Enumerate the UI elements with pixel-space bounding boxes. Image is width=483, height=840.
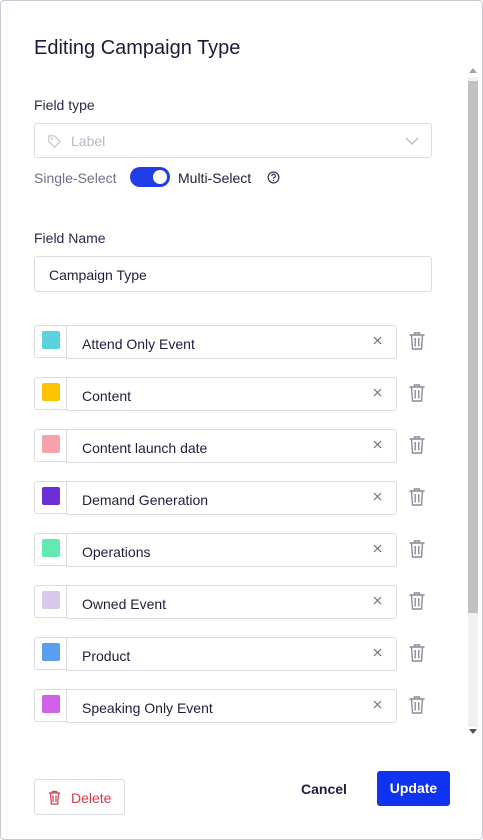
option-label: Demand Generation	[82, 492, 209, 508]
clear-icon[interactable]	[373, 648, 382, 657]
field-name-input[interactable]: Campaign Type	[34, 256, 432, 292]
option-label: Operations	[82, 544, 151, 560]
option-row: Speaking Only Event	[34, 689, 444, 723]
option-label: Owned Event	[82, 596, 167, 612]
option-row: Attend Only Event	[34, 325, 444, 359]
trash-icon[interactable]	[408, 539, 426, 559]
delete-button-label: Delete	[71, 790, 112, 806]
scroll-down-icon[interactable]	[469, 729, 477, 735]
option-row: Demand Generation	[34, 481, 444, 515]
option-label: Attend Only Event	[82, 336, 195, 352]
field-type-select[interactable]: Label	[34, 123, 432, 158]
color-swatch	[42, 695, 60, 713]
option-label-input[interactable]: Operations	[66, 533, 397, 567]
option-row: Product	[34, 637, 444, 671]
color-swatch	[42, 383, 60, 401]
color-picker-button[interactable]	[34, 377, 67, 410]
clear-icon[interactable]	[373, 388, 382, 397]
option-row: Owned Event	[34, 585, 444, 619]
option-label-input[interactable]: Demand Generation	[66, 481, 397, 515]
color-picker-button[interactable]	[34, 481, 67, 514]
option-label: Product	[82, 648, 131, 664]
trash-icon[interactable]	[408, 591, 426, 611]
selection-mode-switch[interactable]	[130, 167, 170, 187]
option-label: Content launch date	[82, 440, 208, 456]
field-type-label: Field type	[34, 97, 95, 113]
delete-button[interactable]: Delete	[34, 779, 125, 815]
edit-field-dialog: Editing Campaign Type Field type Label S…	[0, 0, 483, 840]
scrollbar-thumb[interactable]	[468, 81, 478, 613]
option-label-input[interactable]: Attend Only Event	[66, 325, 397, 359]
color-picker-button[interactable]	[34, 689, 67, 722]
trash-icon[interactable]	[408, 695, 426, 715]
option-row: Operations	[34, 533, 444, 567]
option-label-input[interactable]: Content	[66, 377, 397, 411]
option-row: Content	[34, 377, 444, 411]
field-type-placeholder: Label	[71, 133, 106, 149]
clear-icon[interactable]	[373, 700, 382, 709]
selection-mode-toggle-row: Single-Select Multi-Select	[34, 167, 334, 189]
switch-knob	[153, 170, 167, 184]
clear-icon[interactable]	[373, 336, 382, 345]
option-label-input[interactable]: Owned Event	[66, 585, 397, 619]
clear-icon[interactable]	[373, 596, 382, 605]
update-button[interactable]: Update	[377, 771, 450, 806]
option-label: Content	[82, 388, 132, 404]
trash-icon[interactable]	[408, 331, 426, 351]
clear-icon[interactable]	[373, 492, 382, 501]
color-swatch	[42, 643, 60, 661]
color-picker-button[interactable]	[34, 585, 67, 618]
scrollbar[interactable]	[466, 63, 479, 739]
trash-icon[interactable]	[408, 383, 426, 403]
color-swatch	[42, 591, 60, 609]
color-swatch	[42, 487, 60, 505]
help-icon[interactable]	[267, 171, 280, 184]
color-swatch	[42, 435, 60, 453]
color-picker-button[interactable]	[34, 325, 67, 358]
trash-icon	[49, 790, 60, 805]
color-picker-button[interactable]	[34, 637, 67, 670]
dialog-title: Editing Campaign Type	[34, 37, 241, 59]
clear-icon[interactable]	[373, 440, 382, 449]
cancel-button[interactable]: Cancel	[301, 781, 347, 797]
option-label-input[interactable]: Product	[66, 637, 397, 671]
trash-icon[interactable]	[408, 643, 426, 663]
field-name-value: Campaign Type	[49, 267, 147, 283]
clear-icon[interactable]	[373, 544, 382, 553]
trash-icon[interactable]	[408, 487, 426, 507]
color-picker-button[interactable]	[34, 429, 67, 462]
scroll-up-icon[interactable]	[469, 67, 477, 73]
color-swatch	[42, 331, 60, 349]
color-picker-button[interactable]	[34, 533, 67, 566]
field-name-label: Field Name	[34, 230, 106, 246]
trash-icon[interactable]	[408, 435, 426, 455]
single-select-label: Single-Select	[34, 170, 117, 186]
option-label: Speaking Only Event	[82, 700, 213, 716]
color-swatch	[42, 539, 60, 557]
tag-icon	[48, 135, 61, 148]
option-label-input[interactable]: Content launch date	[66, 429, 397, 463]
chevron-down-icon	[405, 137, 419, 145]
option-row: Content launch date	[34, 429, 444, 463]
option-label-input[interactable]: Speaking Only Event	[66, 689, 397, 723]
multi-select-label: Multi-Select	[178, 170, 252, 186]
